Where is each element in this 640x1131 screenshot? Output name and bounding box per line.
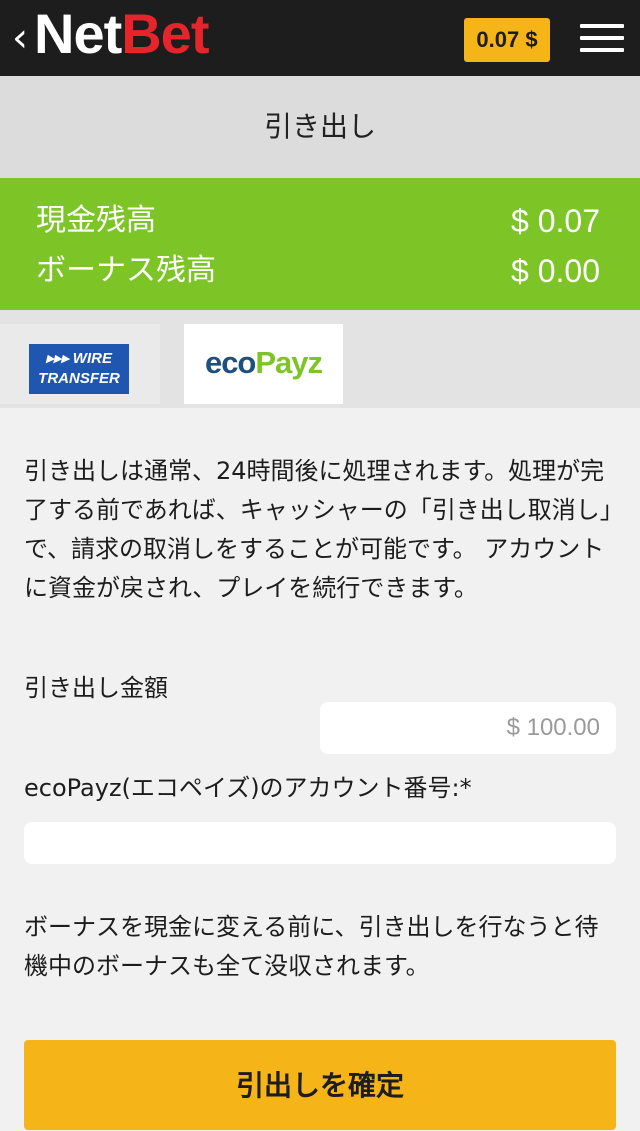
- withdrawal-info-text: 引き出しは通常、24時間後に処理されます。処理が完了する前であれば、キャッシャー…: [24, 457, 612, 602]
- menu-line: [580, 24, 624, 28]
- wire-logo-line1: ▸▸▸ WIRE: [46, 350, 112, 367]
- amount-label: 引き出し金額: [24, 674, 168, 702]
- bonus-balance-row: ボーナス残高 $ 0.00: [36, 247, 600, 295]
- ecopayz-logo-payz: Payz: [255, 345, 323, 380]
- menu-line: [580, 48, 624, 52]
- cash-balance-label: 現金残高: [36, 203, 156, 238]
- logo-bet: Bet: [121, 2, 209, 65]
- ecopayz-logo: ecoPayz: [192, 340, 335, 386]
- balance-badge[interactable]: 0.07 $: [464, 18, 550, 62]
- account-number-label: ecoPayz(エコペイズ)のアカウント番号:*: [24, 774, 472, 802]
- payment-method-tabs: ▸▸▸ WIRE TRANSFER ecoPayz: [0, 310, 640, 408]
- ecopayz-logo-eco: eco: [204, 345, 256, 380]
- wire-transfer-logo: ▸▸▸ WIRE TRANSFER: [29, 344, 129, 394]
- netbet-logo[interactable]: NetBet: [34, 2, 209, 72]
- wire-logo-line2: TRANSFER: [38, 370, 120, 387]
- hamburger-menu-icon[interactable]: [580, 24, 624, 52]
- cash-balance-value: $ 0.07: [511, 203, 600, 239]
- logo-net: Net: [34, 2, 122, 65]
- account-number-input[interactable]: [24, 822, 616, 864]
- confirm-withdrawal-button[interactable]: 引出しを確定: [24, 1040, 616, 1130]
- bonus-forfeit-notice: ボーナスを現金に変える前に、引き出しを行なうと待機中のボーナスも全て没収されます…: [24, 913, 599, 980]
- cash-balance-row: 現金残高 $ 0.07: [36, 197, 600, 245]
- balance-panel: 現金残高 $ 0.07 ボーナス残高 $ 0.00: [0, 178, 640, 310]
- ecopayz-tab[interactable]: ecoPayz: [184, 324, 343, 404]
- amount-input[interactable]: [320, 702, 616, 754]
- menu-line: [580, 36, 624, 40]
- page-title: 引き出し: [0, 76, 640, 178]
- bonus-balance-label: ボーナス残高: [36, 253, 216, 288]
- wire-transfer-tab[interactable]: ▸▸▸ WIRE TRANSFER: [0, 324, 160, 404]
- top-bar: ‹ NetBet 0.07 $: [0, 0, 640, 76]
- bonus-balance-value: $ 0.00: [511, 253, 600, 289]
